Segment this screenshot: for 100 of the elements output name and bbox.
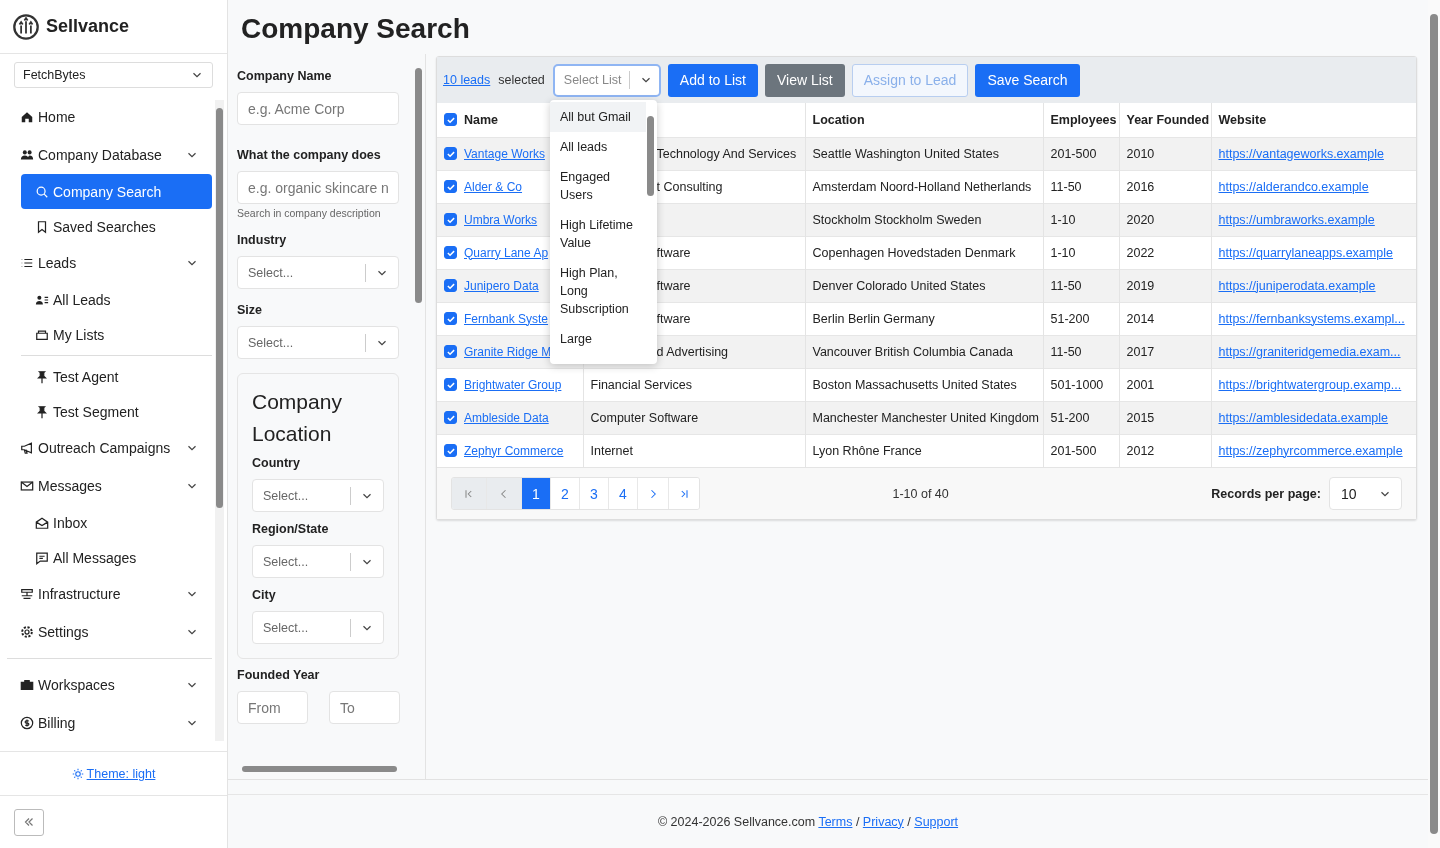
menu-option[interactable]: High Lifetime Value xyxy=(550,210,646,258)
input-field[interactable]: e.g. Acme Corp xyxy=(237,92,399,125)
input-field[interactable]: e.g. organic skincare n xyxy=(237,171,399,204)
row-checkbox[interactable] xyxy=(444,312,457,325)
row-checkbox[interactable] xyxy=(444,147,457,160)
row-checkbox[interactable] xyxy=(444,378,457,391)
action-button[interactable]: Save Search xyxy=(975,63,1080,97)
workspace-select[interactable]: FetchBytes xyxy=(14,62,213,88)
table-cell: 2014 xyxy=(1126,311,1155,326)
field-label: City xyxy=(252,588,277,602)
column-header: Name xyxy=(464,112,499,127)
website-link[interactable]: https://fernbanksystems.exampl... xyxy=(1218,311,1405,326)
table-cell: Computer Software xyxy=(590,410,699,425)
menu-option[interactable]: All leads xyxy=(550,132,646,162)
company-link[interactable]: Fernbank Syste xyxy=(464,311,549,326)
page-button[interactable]: 4 xyxy=(609,478,638,509)
nav-subitem[interactable]: Saved Searches xyxy=(21,209,212,244)
home-icon xyxy=(20,110,34,124)
nav-subitem[interactable]: All Leads xyxy=(21,282,212,317)
table-cell: 501-1000 xyxy=(1050,377,1104,392)
first-page-icon xyxy=(463,487,475,500)
collapse-sidebar-button[interactable] xyxy=(14,808,44,836)
nav-item[interactable]: Messages xyxy=(7,467,215,505)
scrollbar[interactable] xyxy=(215,100,224,741)
nav-item[interactable]: Outreach Campaigns xyxy=(7,429,215,467)
column-header: Website xyxy=(1211,103,1416,137)
nav-item[interactable]: Leads xyxy=(7,244,215,282)
table-cell: Lyon Rhône France xyxy=(812,443,922,458)
nav-subitem[interactable]: Test Agent xyxy=(21,359,212,394)
table-cell: t Consulting xyxy=(656,179,723,194)
select-field[interactable]: Select... xyxy=(237,256,399,289)
table-cell: 2001 xyxy=(1126,377,1155,392)
website-link[interactable]: https://zephyrcommerce.example xyxy=(1218,443,1403,458)
page-button[interactable]: 1 xyxy=(522,478,551,509)
nav-item[interactable]: Workspaces xyxy=(7,666,215,704)
table-cell: ftware xyxy=(656,278,691,293)
bookmark-icon xyxy=(35,219,49,234)
field-label: Founded Year xyxy=(237,668,321,682)
row-checkbox[interactable] xyxy=(444,213,457,226)
company-link[interactable]: Vantage Works xyxy=(464,146,545,161)
nav-item[interactable]: Settings xyxy=(7,613,215,651)
select-field[interactable]: Select... xyxy=(252,479,384,512)
table-cell: Amsterdam Noord-Holland Netherlands xyxy=(812,179,1032,194)
footer-link[interactable]: Privacy xyxy=(862,814,904,829)
row-checkbox[interactable] xyxy=(444,180,457,193)
company-link[interactable]: Quarry Lane Ap xyxy=(464,245,549,260)
action-button[interactable]: Add to List xyxy=(667,63,758,97)
nav-subitem[interactable]: All Messages xyxy=(21,540,212,575)
nav-subitem[interactable]: Company Search xyxy=(21,174,212,209)
website-link[interactable]: https://quarrylaneapps.example xyxy=(1218,245,1393,260)
field-label: What the company does xyxy=(237,148,382,162)
nav-subitem[interactable]: My Lists xyxy=(21,317,212,352)
action-button[interactable]: View List xyxy=(765,63,845,97)
last-page-icon xyxy=(678,487,690,500)
table-cell: Internet xyxy=(590,443,633,458)
page-button[interactable]: 2 xyxy=(551,478,580,509)
menu-option[interactable]: Engaged Users xyxy=(550,162,646,210)
logo-icon xyxy=(13,13,39,40)
select-field[interactable]: Select... xyxy=(252,545,384,578)
select-all-checkbox[interactable] xyxy=(444,113,457,127)
select-field[interactable]: Select... xyxy=(237,326,399,359)
company-link[interactable]: Alder & Co xyxy=(464,179,523,194)
field-label: Company Name xyxy=(237,69,333,83)
selection-text: selected xyxy=(498,73,545,87)
footer-link[interactable]: Terms xyxy=(818,814,853,829)
table-cell: 51-200 xyxy=(1050,311,1090,326)
select-field[interactable]: Select... xyxy=(252,611,384,644)
leads-link[interactable]: 10 leads xyxy=(443,73,491,87)
nav-item[interactable]: Company Database xyxy=(7,136,215,174)
field-label: Industry xyxy=(237,233,288,247)
table-cell: Stockholm Stockholm Sweden xyxy=(812,212,982,227)
table-cell: d Advertising xyxy=(656,344,729,359)
theme-link[interactable]: Theme: light xyxy=(71,766,156,781)
table-cell: 2022 xyxy=(1126,245,1155,260)
website-link[interactable]: https://brightwatergroup.examp... xyxy=(1218,377,1402,392)
row-checkbox[interactable] xyxy=(444,411,457,424)
row-checkbox[interactable] xyxy=(444,345,457,358)
table-cell: 2017 xyxy=(1126,344,1155,359)
nav-item[interactable]: Billing xyxy=(7,704,215,742)
table-cell: Copenhagen Hovedstaden Denmark xyxy=(812,245,1016,260)
footer-link[interactable]: Support xyxy=(914,814,959,829)
row-checkbox[interactable] xyxy=(444,444,457,458)
input-field[interactable]: From xyxy=(237,691,308,724)
website-link[interactable]: https://alderandco.example xyxy=(1218,179,1369,194)
company-link[interactable]: Brightwater Group xyxy=(464,377,562,392)
company-link[interactable]: Zephyr Commerce xyxy=(464,443,564,458)
input-field[interactable]: To xyxy=(329,691,400,724)
menu-option[interactable]: Large xyxy=(550,324,646,354)
nav-item[interactable]: Home xyxy=(7,98,215,136)
list-select[interactable]: Select List xyxy=(552,63,661,97)
per-page-select[interactable]: 10 xyxy=(1329,477,1402,510)
menu-option[interactable]: All but Gmail xyxy=(550,102,646,132)
nav-item[interactable]: Infrastructure xyxy=(7,575,215,613)
page-button[interactable]: 3 xyxy=(580,478,609,509)
nav-subitem[interactable]: Inbox xyxy=(21,505,212,540)
nav-subitem[interactable]: Test Segment xyxy=(21,394,212,429)
menu-option[interactable]: High Plan, Long Subscription xyxy=(550,258,646,324)
card-title: Company Location xyxy=(252,389,343,447)
row-checkbox[interactable] xyxy=(444,279,457,292)
row-checkbox[interactable] xyxy=(444,246,457,259)
